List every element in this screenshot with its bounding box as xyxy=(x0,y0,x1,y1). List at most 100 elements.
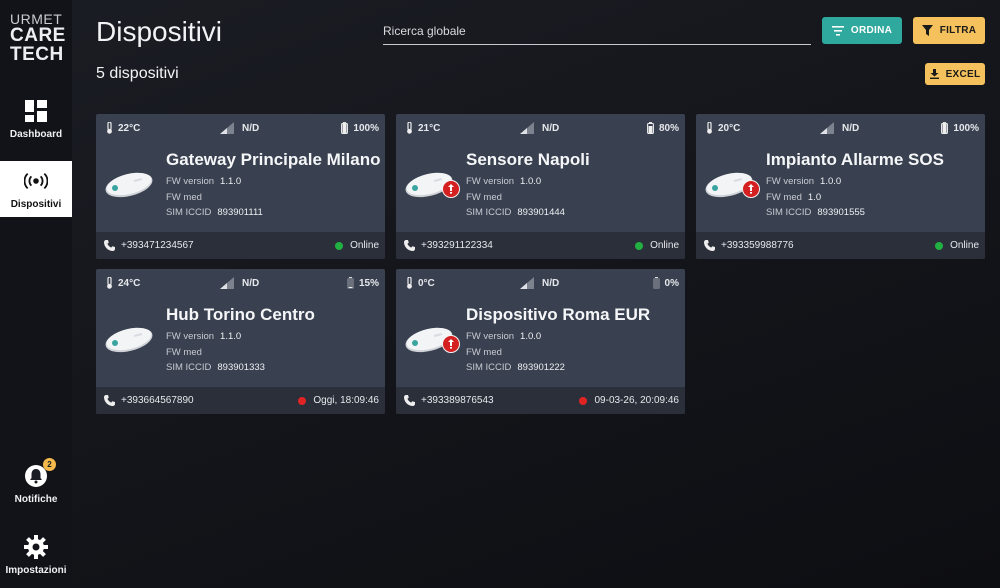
signal-value: N/D xyxy=(542,277,560,289)
nav-impostazioni-label: Impostazioni xyxy=(5,564,67,576)
fw-med-row: FW med 1.0 xyxy=(766,192,821,203)
nav-notifiche[interactable]: 2 Notifiche xyxy=(0,456,72,512)
sim-iccid-label: SIM ICCID xyxy=(766,207,812,218)
signal: N/D xyxy=(820,122,859,134)
battery-icon xyxy=(941,122,949,134)
connection-status: Online xyxy=(335,240,379,251)
battery-value: 15% xyxy=(358,277,379,289)
phone-number: +393471234567 xyxy=(121,240,194,251)
device-name[interactable]: Impianto Allarme SOS xyxy=(766,150,944,170)
filtra-button[interactable]: FILTRA xyxy=(913,17,985,44)
alert-icon xyxy=(442,335,460,353)
fw-version-value: 1.0.0 xyxy=(820,176,842,187)
fw-med-value: 1.0 xyxy=(807,192,822,203)
card-status-bar: 22°C N/D 100% xyxy=(96,114,385,142)
temperature: 0°C xyxy=(406,277,435,289)
alert-icon xyxy=(742,180,760,198)
sim-iccid-value: 893901222 xyxy=(517,362,565,373)
nav-dashboard-label: Dashboard xyxy=(9,128,63,140)
phone-icon xyxy=(404,395,415,406)
device-card[interactable]: 21°C N/D 80% Sensore Napoli FW version 1.… xyxy=(396,114,685,259)
device-card[interactable]: 0°C N/D 0% Dispositivo Roma EUR FW versi… xyxy=(396,269,685,414)
device-name[interactable]: Gateway Principale Milano xyxy=(166,150,380,170)
fw-med-row: FW med xyxy=(466,192,508,203)
signal-value: N/D xyxy=(242,122,260,134)
battery-icon xyxy=(347,277,354,289)
status-dot xyxy=(579,396,588,405)
dashboard-icon xyxy=(24,99,48,123)
phone-icon xyxy=(104,395,115,406)
signal-icon xyxy=(520,122,534,134)
battery: 0% xyxy=(652,277,679,289)
phone: +393359988776 xyxy=(704,240,794,251)
sim-iccid-value: 893901555 xyxy=(817,207,865,218)
status-text: Online xyxy=(650,240,679,251)
card-footer: +393664567890 Oggi, 18:09:46 xyxy=(96,387,385,414)
card-footer: +393291122334 Online xyxy=(396,232,685,259)
device-card[interactable]: 22°C N/D 100% Gateway Principale Milano … xyxy=(96,114,385,259)
card-status-bar: 0°C N/D 0% xyxy=(396,269,685,297)
battery: 100% xyxy=(341,122,379,134)
sim-iccid-row: SIM ICCID 893901111 xyxy=(166,207,263,218)
device-card[interactable]: 20°C N/D 100% Impianto Allarme SOS FW ve… xyxy=(696,114,985,259)
device-name[interactable]: Sensore Napoli xyxy=(466,150,590,170)
device-name[interactable]: Dispositivo Roma EUR xyxy=(466,305,650,325)
device-card[interactable]: 24°C N/D 15% Hub Torino Centro FW versio… xyxy=(96,269,385,414)
connection-status: 09-03-26, 20:09:46 xyxy=(579,395,679,406)
fw-med-row: FW med xyxy=(466,347,508,358)
signal: N/D xyxy=(520,277,559,289)
page-title: Dispositivi xyxy=(96,16,223,47)
brand-logo[interactable]: URMET CARE TECH xyxy=(10,12,66,64)
fw-version-label: FW version xyxy=(166,331,215,342)
brand-line-3: TECH xyxy=(10,44,64,65)
sim-iccid-label: SIM ICCID xyxy=(166,362,212,373)
signal: N/D xyxy=(220,122,259,134)
signal-icon xyxy=(220,277,234,289)
fw-med-label: FW med xyxy=(166,347,202,358)
fw-med-label: FW med xyxy=(466,192,502,203)
nav-dashboard[interactable]: Dashboard xyxy=(0,91,72,147)
sim-iccid-row: SIM ICCID 893901555 xyxy=(766,207,865,218)
device-count: 5 dispositivi xyxy=(96,65,179,82)
fw-version-row: FW version 1.0.0 xyxy=(466,331,541,342)
nav-dispositivi-label: Dispositivi xyxy=(10,198,62,210)
card-footer: +393471234567 Online xyxy=(96,232,385,259)
connection-status: Oggi, 18:09:46 xyxy=(298,395,379,406)
brand-line-2: CARE xyxy=(10,25,66,46)
fw-med-row: FW med xyxy=(166,192,208,203)
fw-version-row: FW version 1.0.0 xyxy=(466,176,541,187)
signal-icon xyxy=(820,122,834,134)
battery-value: 80% xyxy=(658,122,679,134)
battery-value: 100% xyxy=(953,122,979,134)
battery-icon xyxy=(652,277,660,289)
status-dot xyxy=(635,241,644,250)
fw-version-value: 1.0.0 xyxy=(520,331,542,342)
signal-value: N/D xyxy=(542,122,560,134)
ordina-button[interactable]: ORDINA xyxy=(822,17,902,44)
sim-iccid-label: SIM ICCID xyxy=(166,207,212,218)
excel-export-button[interactable]: EXCEL xyxy=(925,63,985,85)
battery-icon xyxy=(341,122,349,134)
thermometer-icon xyxy=(706,122,713,134)
nav-notifiche-label: Notifiche xyxy=(14,493,58,505)
signal-icon xyxy=(520,277,534,289)
device-image xyxy=(104,324,154,354)
bell-icon: 2 xyxy=(24,457,56,488)
fw-med-label: FW med xyxy=(466,347,502,358)
filter-icon xyxy=(921,25,933,36)
status-dot xyxy=(335,241,344,250)
global-search-input[interactable] xyxy=(383,21,811,45)
signal-value: N/D xyxy=(242,277,260,289)
fw-version-row: FW version 1.1.0 xyxy=(166,331,241,342)
card-status-bar: 20°C N/D 100% xyxy=(696,114,985,142)
nav-impostazioni[interactable]: Impostazioni xyxy=(0,527,72,583)
sim-iccid-value: 893901111 xyxy=(217,207,263,218)
fw-med-label: FW med xyxy=(166,192,202,203)
fw-version-row: FW version 1.1.0 xyxy=(166,176,241,187)
phone-icon xyxy=(104,240,115,251)
device-name[interactable]: Hub Torino Centro xyxy=(166,305,315,325)
phone-icon xyxy=(704,240,715,251)
fw-version-label: FW version xyxy=(466,331,515,342)
phone: +393291122334 xyxy=(404,240,493,251)
nav-dispositivi[interactable]: Dispositivi xyxy=(0,161,72,217)
